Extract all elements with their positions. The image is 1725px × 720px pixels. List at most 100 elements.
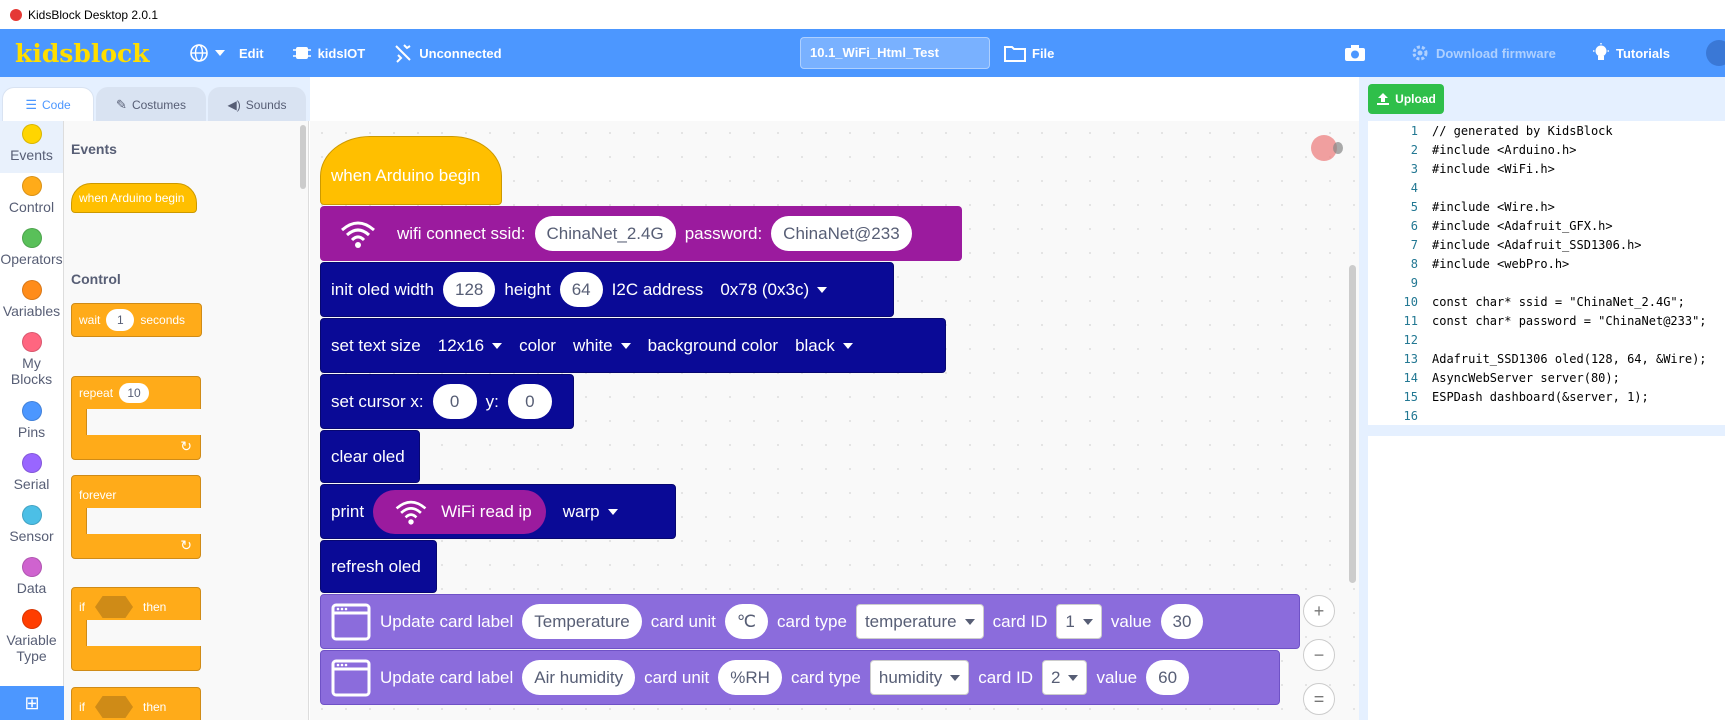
category-item[interactable]: Operators bbox=[0, 225, 63, 277]
category-item[interactable]: Serial bbox=[0, 450, 63, 502]
category-item[interactable]: Control bbox=[0, 173, 63, 225]
connection-status[interactable]: Unconnected bbox=[379, 29, 515, 77]
category-item[interactable]: Events bbox=[0, 121, 63, 173]
refresh-oled-block[interactable]: refresh oled bbox=[320, 540, 437, 593]
update-card-block-1[interactable]: Update card label Temperature card unit … bbox=[320, 594, 1300, 649]
screenshot-button[interactable] bbox=[1330, 29, 1386, 77]
warp-dropdown[interactable]: warp bbox=[555, 494, 626, 529]
upload-button[interactable]: Upload bbox=[1368, 84, 1444, 114]
category-label: Variables bbox=[2, 303, 61, 319]
clear-oled-block[interactable]: clear oled bbox=[320, 430, 420, 483]
edit-menu[interactable]: Edit bbox=[175, 29, 278, 77]
set-cursor-block[interactable]: set cursor x: 0 y: 0 bbox=[320, 374, 574, 429]
category-label: Sensor bbox=[9, 528, 54, 544]
palette-wait-input[interactable]: 1 bbox=[106, 309, 135, 331]
i2c-label: I2C address bbox=[611, 279, 704, 299]
palette-if-block[interactable]: if then bbox=[71, 587, 204, 671]
chevron-down-icon bbox=[492, 342, 503, 349]
card-type-dropdown[interactable]: temperature bbox=[855, 604, 984, 639]
card-unit-input[interactable]: ℃ bbox=[724, 604, 768, 639]
category-item[interactable]: Variable Type bbox=[0, 606, 63, 675]
category-color-dot bbox=[21, 280, 42, 300]
palette-repeat-input[interactable]: 10 bbox=[119, 383, 150, 403]
category-item[interactable]: Pins bbox=[0, 398, 63, 450]
cursor-y-input[interactable]: 0 bbox=[507, 384, 552, 419]
chevron-down-icon bbox=[950, 674, 961, 681]
download-firmware-button[interactable]: Download firmware bbox=[1396, 29, 1570, 77]
color-dropdown[interactable]: white bbox=[565, 328, 639, 363]
card-unit-input[interactable]: %RH bbox=[718, 660, 782, 695]
update-card-block-2[interactable]: Update card label Air humidity card unit… bbox=[320, 650, 1280, 705]
category-item[interactable]: Sensor bbox=[0, 502, 63, 554]
i2c-address-dropdown[interactable]: 0x78 (0x3c) bbox=[712, 272, 835, 307]
code-line: #include <WiFi.h> bbox=[1432, 162, 1555, 176]
line-number: 5 bbox=[1410, 200, 1418, 214]
oled-height-input[interactable]: 64 bbox=[559, 272, 603, 307]
color-label: color bbox=[519, 335, 556, 355]
project-name-input[interactable]: 10.1_WiFi_Html_Test bbox=[800, 37, 990, 69]
line-number: 11 bbox=[1403, 314, 1418, 328]
palette-forever-block[interactable]: forever ↻ bbox=[71, 475, 204, 559]
card-name-input[interactable]: Air humidity bbox=[522, 660, 636, 695]
category-item[interactable]: Data bbox=[0, 554, 63, 606]
code-line: ESPDash dashboard(&server, 1); bbox=[1432, 390, 1649, 404]
zoom-reset-button[interactable]: = bbox=[1303, 683, 1335, 715]
tab-code[interactable]: ☰ Code bbox=[2, 87, 94, 122]
file-menu[interactable]: File bbox=[990, 29, 1068, 77]
card-type-dropdown[interactable]: humidity bbox=[869, 660, 970, 695]
chevron-down-icon bbox=[1068, 674, 1079, 681]
init-oled-block[interactable]: init oled width 128 height 64 I2C addres… bbox=[320, 262, 894, 317]
card-type-label: card type bbox=[790, 667, 861, 687]
kidsiot-menu[interactable]: kidsIOT bbox=[278, 29, 380, 77]
tab-costumes[interactable]: ✎ Costumes bbox=[96, 87, 206, 121]
chevron-down-icon bbox=[964, 618, 975, 625]
tutorials-label: Tutorials bbox=[1616, 45, 1670, 61]
set-text-size-block[interactable]: set text size 12x16 color white backgrou… bbox=[320, 318, 946, 373]
palette-repeat-block[interactable]: repeat 10 ↻ bbox=[71, 376, 204, 460]
print-block[interactable]: print WiFi read ip warp bbox=[320, 484, 676, 539]
cursor-x-input[interactable]: 0 bbox=[432, 384, 477, 419]
oled-width-input[interactable]: 128 bbox=[443, 272, 496, 307]
category-label: My Blocks bbox=[10, 355, 53, 387]
line-number: 15 bbox=[1403, 390, 1418, 404]
category-item[interactable]: My Blocks bbox=[0, 329, 63, 398]
palette-if-condition-slot[interactable] bbox=[95, 696, 133, 718]
line-number: 2 bbox=[1410, 143, 1418, 157]
canvas-scrollbar[interactable] bbox=[1349, 265, 1356, 583]
password-label: password: bbox=[684, 223, 763, 243]
palette-if-condition-slot[interactable] bbox=[95, 596, 133, 618]
add-extension-button[interactable]: ⊞ bbox=[0, 686, 64, 720]
category-item[interactable]: Variables bbox=[0, 277, 63, 329]
connection-label: Unconnected bbox=[419, 45, 502, 61]
text-size-dropdown[interactable]: 12x16 bbox=[430, 328, 510, 363]
card-name-input[interactable]: Temperature bbox=[522, 604, 642, 639]
palette-when-begin-block[interactable]: when Arduino begin bbox=[71, 183, 197, 213]
account-avatar[interactable] bbox=[1706, 40, 1725, 66]
background-color-dropdown[interactable]: black bbox=[787, 328, 861, 363]
line-number: 9 bbox=[1410, 276, 1418, 290]
ssid-input[interactable]: ChinaNet_2.4G bbox=[534, 216, 676, 251]
palette-if-else-block[interactable]: if then bbox=[71, 687, 201, 720]
zoom-out-button[interactable]: − bbox=[1303, 639, 1335, 671]
color-value: white bbox=[572, 335, 613, 355]
card-id-dropdown[interactable]: 1 bbox=[1056, 604, 1102, 639]
palette-wait-block[interactable]: wait 1 seconds bbox=[71, 303, 202, 337]
code-editor[interactable]: 1 // generated by KidsBlock 2 #include <Ard… bbox=[1368, 121, 1725, 425]
password-input[interactable]: ChinaNet@233 bbox=[771, 216, 912, 251]
line-number: 13 bbox=[1403, 352, 1418, 366]
card-id-dropdown[interactable]: 2 bbox=[1042, 660, 1088, 695]
wifi-connect-block[interactable]: wifi connect ssid: ChinaNet_2.4G passwor… bbox=[320, 206, 962, 261]
card-value-input[interactable]: 30 bbox=[1160, 604, 1204, 639]
code-line: AsyncWebServer server(80); bbox=[1432, 371, 1620, 385]
palette-if-slot bbox=[86, 620, 204, 646]
zoom-in-button[interactable]: + bbox=[1303, 595, 1335, 627]
when-arduino-begin-block[interactable]: when Arduino begin bbox=[320, 136, 502, 205]
tab-sounds[interactable]: ◀) Sounds bbox=[208, 87, 306, 121]
logo[interactable]: kidsblock bbox=[15, 39, 175, 68]
tutorials-button[interactable]: Tutorials bbox=[1578, 29, 1684, 77]
palette-scrollbar[interactable] bbox=[300, 125, 306, 189]
card-value-input[interactable]: 60 bbox=[1146, 660, 1190, 695]
code-line: #include <Adafruit_SSD1306.h> bbox=[1432, 238, 1642, 252]
card-label-text: Update card label bbox=[380, 611, 514, 631]
wifi-read-ip-reporter[interactable]: WiFi read ip bbox=[373, 489, 546, 534]
